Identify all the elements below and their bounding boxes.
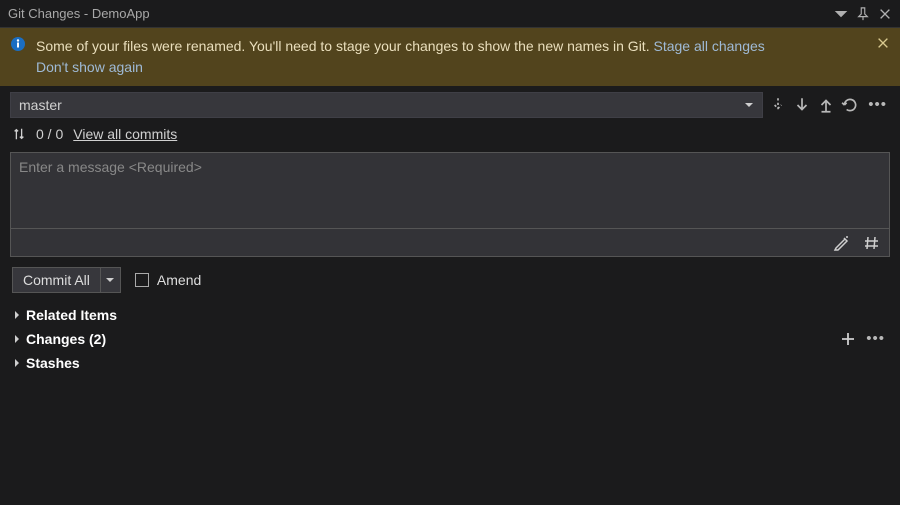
chevron-right-icon [12, 310, 22, 320]
info-icon [10, 36, 26, 52]
chevron-right-icon [12, 358, 22, 368]
tree-node-related-items[interactable]: Related Items [8, 303, 892, 327]
branch-selector[interactable]: master [10, 92, 763, 118]
chevron-right-icon [12, 334, 22, 344]
view-all-commits-link[interactable]: View all commits [73, 126, 177, 142]
tree-label: Related Items [26, 307, 892, 323]
tree-label: Stashes [26, 355, 892, 371]
info-text: Some of your files were renamed. You'll … [36, 36, 856, 78]
commit-all-button[interactable]: Commit All [12, 267, 121, 293]
incoming-outgoing-icon [12, 127, 26, 141]
tree-label: Changes (2) [26, 331, 837, 347]
status-row: 0 / 0 View all commits [0, 120, 900, 152]
pin-icon[interactable] [856, 7, 870, 21]
commit-counts: 0 / 0 [36, 126, 63, 142]
commit-message-input[interactable] [11, 153, 889, 225]
title-bar: Git Changes - DemoApp [0, 0, 900, 28]
tree-node-stashes[interactable]: Stashes [8, 351, 892, 375]
sync-button[interactable] [841, 96, 859, 114]
amend-label: Amend [157, 272, 201, 288]
window-dropdown-icon[interactable] [834, 7, 848, 21]
amend-checkbox[interactable]: Amend [135, 272, 201, 288]
chevron-down-icon [105, 275, 115, 285]
commit-dropdown[interactable] [100, 268, 120, 292]
checkbox-icon [135, 273, 149, 287]
close-icon[interactable] [878, 7, 892, 21]
tree-node-actions: ••• [841, 332, 892, 346]
push-button[interactable] [817, 96, 835, 114]
fetch-button[interactable] [769, 96, 787, 114]
commit-message-footer [11, 228, 889, 256]
window-title: Git Changes - DemoApp [8, 6, 834, 21]
more-icon[interactable]: ••• [863, 332, 888, 346]
info-bar: Some of your files were renamed. You'll … [0, 28, 900, 86]
tree-node-changes[interactable]: Changes (2) ••• [8, 327, 892, 351]
pull-button[interactable] [793, 96, 811, 114]
hash-icon[interactable] [863, 234, 881, 252]
branch-row: master ••• [0, 86, 900, 120]
chevron-down-icon [744, 100, 754, 110]
stage-all-link[interactable]: Stage all changes [653, 38, 764, 54]
branch-name: master [19, 97, 62, 113]
ai-suggest-icon[interactable] [833, 234, 851, 252]
commit-message-area [10, 152, 890, 257]
more-actions-button[interactable]: ••• [865, 98, 890, 112]
infobar-close-icon[interactable] [876, 36, 890, 50]
dont-show-again-link[interactable]: Don't show again [36, 59, 143, 75]
titlebar-controls [834, 7, 892, 21]
commit-all-label: Commit All [13, 268, 100, 292]
info-message: Some of your files were renamed. You'll … [36, 38, 653, 54]
stage-all-icon[interactable] [841, 332, 855, 346]
commit-row: Commit All Amend [0, 257, 900, 303]
changes-tree: Related Items Changes (2) ••• Stashes [0, 303, 900, 375]
